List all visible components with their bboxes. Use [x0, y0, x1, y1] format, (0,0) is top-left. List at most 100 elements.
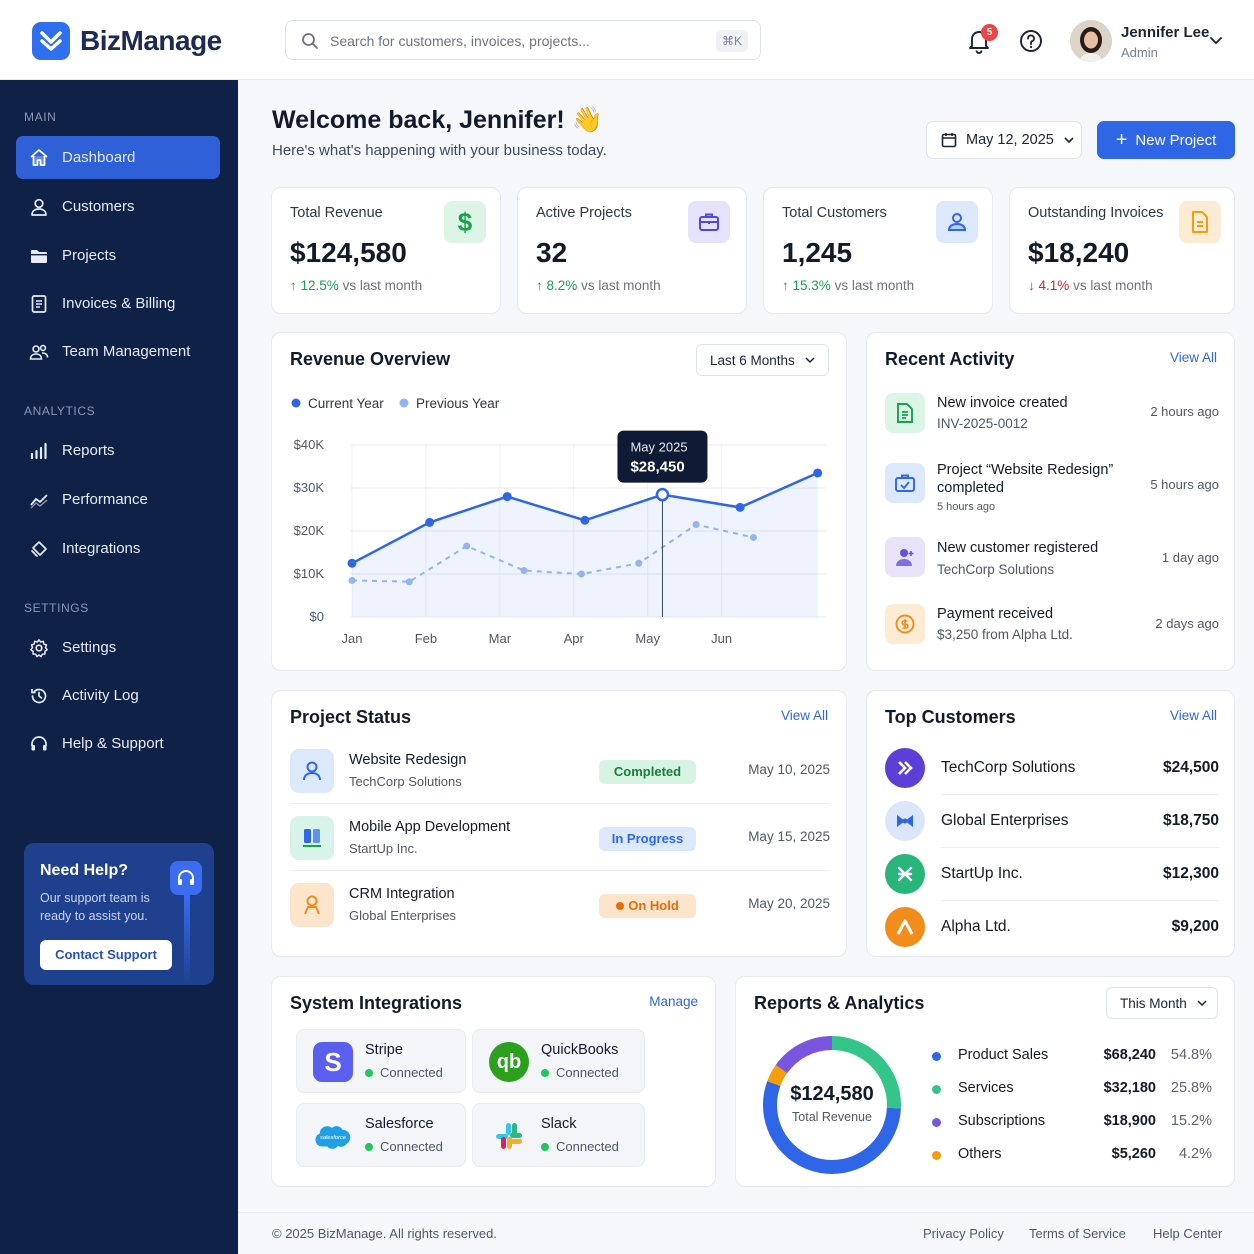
legend-label: Current Year: [308, 396, 384, 411]
report-legend-row: Services $32,180 25.8%: [932, 1080, 1212, 1100]
plus-icon: +: [1115, 129, 1128, 151]
page-subtitle: Here's what's happening with your busine…: [272, 142, 607, 159]
contact-support-button[interactable]: Contact Support: [40, 940, 172, 970]
revenue-line-chart: Current Year Previous Year $0 $10K $20K $30K $…: [291, 396, 826, 646]
project-status-card: Project Status View All Website Redesign…: [271, 690, 847, 957]
sidebar-item-projects[interactable]: Projects: [16, 234, 220, 277]
sidebar-item-performance[interactable]: Performance: [16, 478, 220, 521]
app-logo[interactable]: BizManage: [32, 22, 222, 60]
stripe-logo-icon: S: [313, 1042, 353, 1082]
activity-item[interactable]: New customer registered TechCorp Solutio…: [885, 537, 1219, 579]
sidebar-item-invoices[interactable]: Invoices & Billing: [16, 282, 220, 325]
copyright: © 2025 BizManage. All rights reserved.: [272, 1226, 497, 1241]
activity-subtitle: 5 hours ago: [937, 501, 996, 513]
search-shortcut: ⌘K: [715, 30, 748, 52]
date-picker-button[interactable]: May 12, 2025: [926, 121, 1082, 159]
help-card: Need Help? Our support team is ready to …: [24, 843, 214, 985]
invoice-icon: [885, 393, 925, 433]
tooltip-label: May 2025: [630, 440, 687, 455]
terms-link[interactable]: Terms of Service: [1029, 1226, 1126, 1241]
integration-name: Salesforce: [365, 1116, 434, 1132]
sidebar: MAIN Dashboard Customers Projects Invoic…: [0, 80, 238, 1254]
sidebar-item-activity-log[interactable]: Activity Log: [16, 674, 220, 717]
stat-card-invoices: Outstanding Invoices $18,240 ↓ 4.1% vs l…: [1009, 187, 1235, 314]
reports-range-select[interactable]: This Month: [1106, 987, 1218, 1019]
sidebar-item-dashboard[interactable]: Dashboard: [16, 136, 220, 179]
top-customers-card: Top Customers View All TechCorp Solution…: [866, 690, 1235, 957]
team-icon: [29, 342, 49, 362]
document-icon: [1179, 201, 1221, 243]
notification-badge: 5: [981, 24, 998, 41]
customer-amount: $9,200: [1171, 918, 1219, 935]
status-badge: On Hold: [599, 894, 696, 918]
project-name: Website Redesign: [349, 752, 467, 768]
puzzle-icon: [29, 539, 49, 559]
project-row[interactable]: Website Redesign TechCorp Solutions Comp…: [290, 749, 830, 815]
stat-change: ↑ 15.3% vs last month: [782, 278, 915, 293]
integration-stripe[interactable]: S Stripe Connected: [296, 1029, 466, 1093]
data-point: [692, 521, 700, 529]
project-client: Global Enterprises: [349, 908, 456, 923]
legend-dot: [932, 1052, 941, 1061]
sidebar-item-label: Team Management: [62, 343, 191, 360]
sidebar-item-settings[interactable]: Settings: [16, 626, 220, 669]
sidebar-item-label: Activity Log: [62, 687, 139, 704]
projects-view-all-link[interactable]: View All: [781, 708, 828, 723]
reports-range-value: This Month: [1120, 995, 1187, 1011]
briefcase-icon: [688, 201, 730, 243]
customer-amount: $18,750: [1162, 812, 1219, 829]
sidebar-item-team[interactable]: Team Management: [16, 330, 220, 373]
sidebar-item-customers[interactable]: Customers: [16, 185, 220, 228]
sidebar-item-reports[interactable]: Reports: [16, 429, 220, 472]
search-input[interactable]: [330, 30, 690, 52]
global-enterprises-logo-icon: [885, 801, 925, 841]
customer-row[interactable]: Alpha Ltd. $9,200: [885, 907, 1219, 960]
stat-card-revenue: Total Revenue $124,580 ↑ 12.5% vs last m…: [271, 187, 501, 314]
customers-view-all-link[interactable]: View All: [1170, 708, 1217, 723]
project-row[interactable]: CRM Integration Global Enterprises On Ho…: [290, 883, 830, 949]
help-icon[interactable]: [1019, 29, 1043, 53]
new-project-button[interactable]: + New Project: [1097, 121, 1235, 159]
x-tick-label: Apr: [564, 631, 585, 646]
integration-salesforce[interactable]: salesforce Salesforce Connected: [296, 1103, 466, 1167]
sidebar-item-integrations[interactable]: Integrations: [16, 527, 220, 570]
sidebar-item-help-support[interactable]: Help & Support: [16, 722, 220, 765]
x-tick-label: Jun: [711, 631, 732, 646]
search-bar[interactable]: ⌘K: [285, 20, 761, 60]
donut-total-label: Total Revenue: [792, 1110, 872, 1124]
stat-value: $18,240: [1028, 237, 1130, 268]
divider: [290, 803, 830, 804]
user-name[interactable]: Jennifer Lee: [1121, 24, 1209, 41]
report-percent: 15.2%: [1170, 1113, 1212, 1129]
reports-title: Reports & Analytics: [754, 993, 925, 1013]
integration-slack[interactable]: Slack Connected: [472, 1103, 645, 1167]
stat-label: Outstanding Invoices: [1028, 205, 1164, 221]
activity-time: 5 hours ago: [1150, 477, 1219, 492]
divider: [941, 794, 1219, 795]
integrations-manage-link[interactable]: Manage: [649, 994, 698, 1009]
report-name: Services: [958, 1080, 1014, 1096]
privacy-policy-link[interactable]: Privacy Policy: [923, 1226, 1004, 1241]
customer-name: Alpha Ltd.: [941, 918, 1011, 935]
sidebar-section-settings: SETTINGS: [24, 601, 89, 615]
stat-card-customers: Total Customers 1,245 ↑ 15.3% vs last mo…: [763, 187, 993, 314]
customer-amount: $24,500: [1162, 759, 1219, 776]
help-center-link[interactable]: Help Center: [1153, 1226, 1222, 1241]
activity-title-text: Payment received: [937, 606, 1054, 622]
activity-item[interactable]: New invoice created INV-2025-0012 2 hour…: [885, 393, 1219, 435]
user-add-icon: [885, 537, 925, 577]
project-row[interactable]: Mobile App Development StartUp Inc. In P…: [290, 816, 830, 882]
chevron-down-icon[interactable]: [1209, 33, 1223, 47]
alpha-logo-icon: [885, 907, 925, 947]
avatar[interactable]: [1070, 20, 1112, 62]
data-point: [348, 576, 356, 584]
activity-subtitle: TechCorp Solutions: [937, 562, 1055, 577]
new-project-label: New Project: [1135, 131, 1217, 149]
integration-quickbooks[interactable]: qb QuickBooks Connected: [472, 1029, 645, 1093]
donut-total: $124,580: [790, 1083, 874, 1105]
gear-icon: [29, 638, 49, 658]
activity-item[interactable]: Payment received $3,250 from Alpha Ltd. …: [885, 604, 1219, 646]
y-tick-label: $40K: [294, 437, 325, 452]
activity-view-all-link[interactable]: View All: [1170, 350, 1217, 365]
activity-item[interactable]: Project “Website Redesign” completed 5 h…: [885, 461, 1219, 515]
